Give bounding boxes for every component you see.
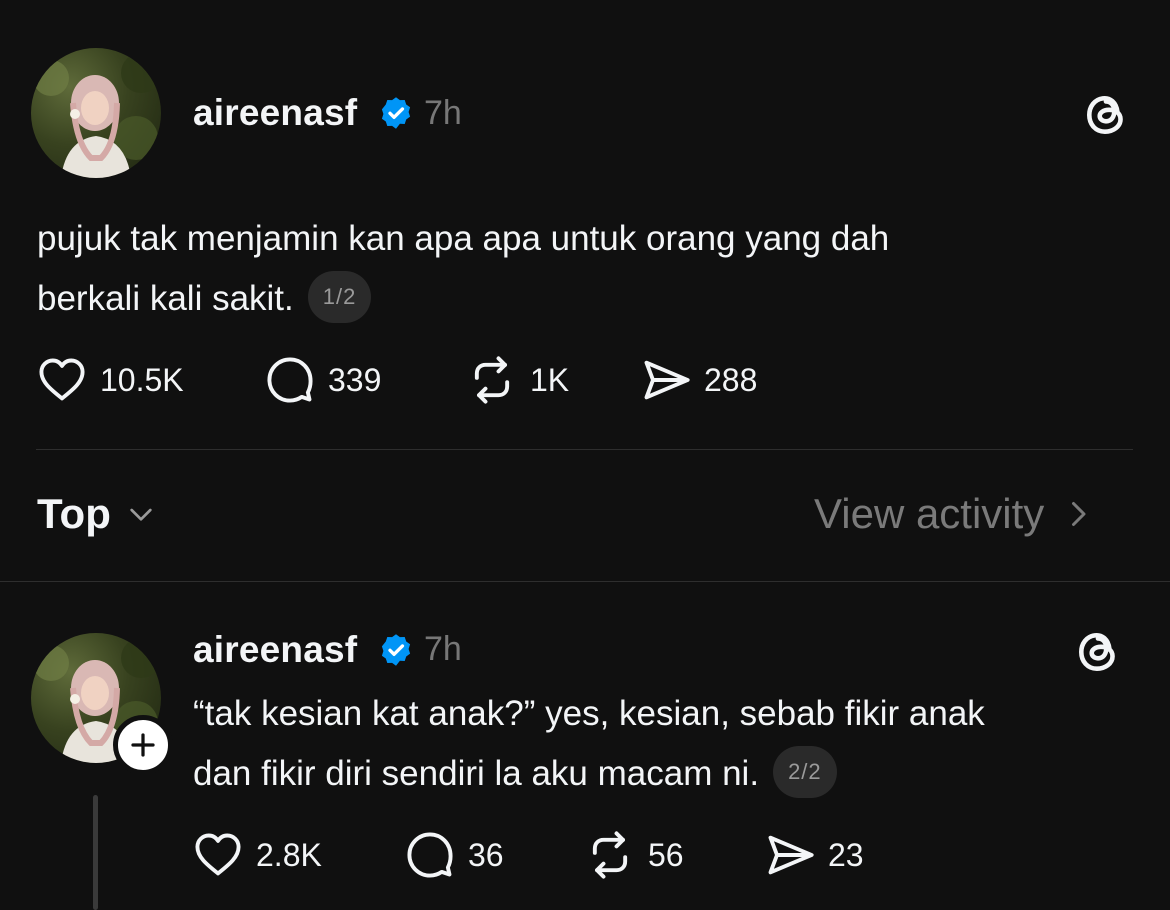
repost-count: 1K bbox=[530, 361, 570, 398]
reply-comment-button[interactable]: 36 bbox=[404, 829, 504, 881]
reply-text-line-1: “tak kesian kat anak?” yes, kesian, seba… bbox=[193, 694, 985, 733]
post-time: 7h bbox=[424, 94, 462, 132]
chevron-down-icon bbox=[130, 508, 152, 521]
post-text: pujuk tak menjamin kan apa apa untuk ora… bbox=[37, 209, 1137, 329]
post-username[interactable]: aireenasf bbox=[193, 92, 357, 134]
repost-icon bbox=[592, 831, 628, 879]
like-count: 10.5K bbox=[100, 361, 184, 398]
reply-button[interactable]: 339 bbox=[264, 354, 381, 406]
comment-icon bbox=[407, 832, 453, 878]
heart-icon bbox=[39, 358, 85, 401]
reply-text: “tak kesian kat anak?” yes, kesian, seba… bbox=[193, 684, 1153, 804]
comment-icon bbox=[267, 357, 313, 403]
verified-badge-icon bbox=[381, 634, 411, 666]
reply-repost-count: 56 bbox=[648, 836, 684, 873]
thread-connector-line bbox=[93, 795, 98, 910]
thread-pager: 1/2 bbox=[307, 270, 372, 323]
reply-repost-button[interactable]: 56 bbox=[584, 829, 684, 881]
reply-text-line-2-content: dan fikir diri sendiri la aku macam ni. bbox=[193, 754, 760, 793]
follow-button[interactable] bbox=[113, 715, 173, 775]
verified-badge-icon bbox=[381, 97, 411, 129]
threads-logo-icon[interactable] bbox=[1082, 89, 1132, 139]
view-activity-label: View activity bbox=[814, 490, 1045, 537]
reply-username[interactable]: aireenasf bbox=[193, 629, 357, 671]
view-activity-link[interactable]: View activity bbox=[814, 490, 1096, 538]
reply-like-count: 2.8K bbox=[256, 836, 322, 873]
share-icon bbox=[644, 360, 690, 400]
sort-label: Top bbox=[37, 490, 111, 537]
share-icon bbox=[768, 835, 814, 875]
heart-icon bbox=[195, 833, 241, 876]
reply-text-line-2: dan fikir diri sendiri la aku macam ni. 2… bbox=[193, 744, 1153, 804]
threads-logo-icon[interactable] bbox=[1074, 626, 1124, 676]
reply-share-count: 23 bbox=[828, 836, 864, 873]
reply-time: 7h bbox=[424, 630, 462, 668]
chevron-right-icon bbox=[1072, 502, 1086, 526]
share-count: 288 bbox=[704, 361, 758, 398]
thread-pager: 2/2 bbox=[773, 745, 837, 798]
reply-like-button[interactable]: 2.8K bbox=[192, 829, 322, 881]
section-divider bbox=[0, 581, 1170, 582]
reply-comment-count: 36 bbox=[468, 836, 504, 873]
post-text-line-2: berkali kali sakit. 1/2 bbox=[37, 269, 1137, 329]
reply-share-button[interactable]: 23 bbox=[764, 829, 864, 881]
post-text-line-2-content: berkali kali sakit. bbox=[37, 279, 294, 318]
repost-icon bbox=[474, 356, 510, 404]
reply-count: 339 bbox=[328, 361, 382, 398]
sort-dropdown[interactable]: Top bbox=[37, 490, 157, 538]
plus-icon bbox=[131, 733, 155, 757]
share-button[interactable]: 288 bbox=[640, 354, 757, 406]
post-text-line-1: pujuk tak menjamin kan apa apa untuk ora… bbox=[37, 219, 890, 258]
like-button[interactable]: 10.5K bbox=[36, 354, 184, 406]
avatar[interactable] bbox=[31, 48, 161, 178]
post-divider bbox=[36, 449, 1133, 450]
repost-button[interactable]: 1K bbox=[466, 354, 569, 406]
